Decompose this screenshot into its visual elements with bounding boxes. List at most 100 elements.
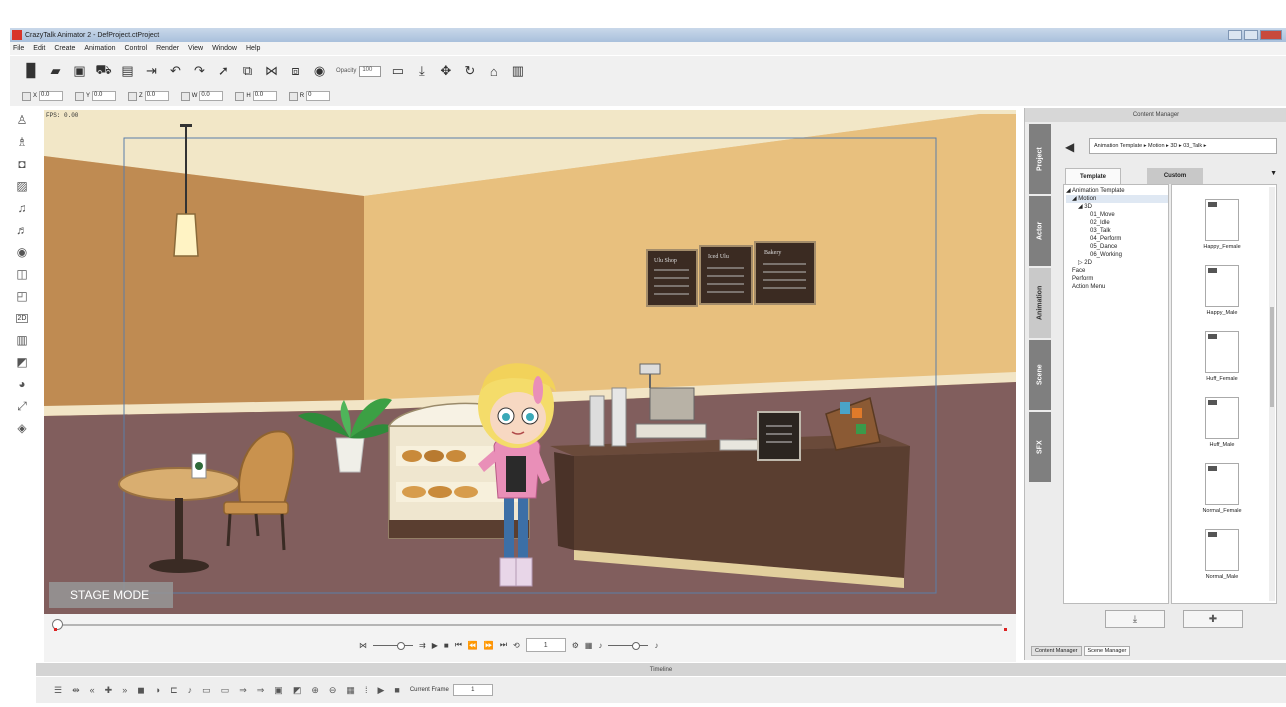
spin-icon[interactable] xyxy=(288,91,298,101)
import-arrow-icon[interactable]: ⇥ xyxy=(144,63,159,79)
thumb-scrollbar[interactable] xyxy=(1269,187,1275,601)
rotate-icon[interactable]: ↻ xyxy=(462,63,477,79)
template-thumb[interactable]: Huff_Male xyxy=(1184,397,1260,448)
speed-slider[interactable] xyxy=(373,641,413,650)
template-thumb[interactable]: Huff_Female xyxy=(1184,331,1260,382)
image-icon[interactable]: ▨ xyxy=(14,178,30,194)
export-icon[interactable]: ⛟ xyxy=(95,62,111,79)
timeline-scrubber[interactable] xyxy=(56,624,1002,626)
camera-view-icon[interactable]: ◩ xyxy=(14,354,30,370)
camera-icon[interactable]: ▭ xyxy=(390,63,405,79)
spin-icon[interactable] xyxy=(180,91,190,101)
curve-icon[interactable]: ◩ xyxy=(293,685,302,696)
tab-actor[interactable]: Actor xyxy=(1029,196,1051,266)
tab-scene[interactable]: Scene xyxy=(1029,340,1051,410)
opacity-control[interactable]: Opacity 100 xyxy=(336,65,382,77)
menu-window[interactable]: Window xyxy=(212,45,237,52)
tree-item[interactable]: 06_Working xyxy=(1066,251,1168,259)
current-frame-input[interactable]: 1 xyxy=(452,684,493,696)
tree-item[interactable]: ◢ Motion xyxy=(1066,195,1168,203)
menu-create[interactable]: Create xyxy=(54,45,75,52)
voice-icon[interactable]: ♬ xyxy=(14,222,30,238)
lock-icon[interactable] xyxy=(22,91,31,101)
tree-item[interactable]: ▷ 2D xyxy=(1066,259,1168,267)
tree-item[interactable]: 03_Talk xyxy=(1066,227,1168,235)
loop-clip-icon[interactable]: ⇒ xyxy=(239,685,247,696)
x-input[interactable]: 0.0 xyxy=(39,91,64,101)
save-project-icon[interactable]: ▣ xyxy=(72,63,87,79)
play-icon[interactable]: ▶ xyxy=(432,641,438,650)
bone-icon[interactable]: ♗ xyxy=(14,134,30,150)
opacity-input[interactable]: 100 xyxy=(359,65,382,77)
tree-item[interactable]: Face xyxy=(1066,267,1168,275)
track-list-icon[interactable]: ☰ xyxy=(54,685,62,696)
menu-edit[interactable]: Edit xyxy=(33,45,45,52)
breadcrumb[interactable]: Animation Template ▸ Motion ▸ 3D ▸ 03_Ta… xyxy=(1089,138,1277,154)
y-input[interactable]: 0.0 xyxy=(92,91,117,101)
stop-icon[interactable]: ■ xyxy=(444,641,449,650)
menu-help[interactable]: Help xyxy=(246,45,260,52)
loop-icon[interactable]: ⟲ xyxy=(513,641,520,650)
prev-key-icon[interactable]: ⏪ xyxy=(468,641,478,650)
grid-toggle-icon[interactable]: ▦ xyxy=(346,685,355,696)
undo-icon[interactable]: ↶ xyxy=(168,63,183,79)
frame-input[interactable]: 1 xyxy=(525,638,566,652)
w-input[interactable]: 0.0 xyxy=(199,91,224,101)
loop-mode-icon[interactable]: ⇉ xyxy=(419,641,426,650)
add-button[interactable]: ✚ xyxy=(1183,610,1243,628)
last-frame-icon[interactable]: ⏭ xyxy=(500,640,507,650)
text-icon[interactable]: ◰ xyxy=(14,288,30,304)
zoom-fit-icon[interactable]: ⊏ xyxy=(170,685,178,696)
close-button[interactable] xyxy=(1260,30,1282,40)
settings-icon[interactable]: ⚙ xyxy=(572,641,579,650)
face-icon[interactable]: ◘ xyxy=(14,156,30,172)
fit-icon[interactable]: ⇹ xyxy=(72,685,80,696)
tree-item[interactable]: Perform xyxy=(1066,275,1168,283)
tree-item[interactable]: 02_Idle xyxy=(1066,219,1168,227)
menu-render[interactable]: Render xyxy=(156,45,179,52)
template-thumb[interactable]: Normal_Male xyxy=(1184,529,1260,580)
maximize-button[interactable] xyxy=(1244,30,1258,40)
tree-item[interactable]: 01_Move xyxy=(1066,211,1168,219)
spin-icon[interactable] xyxy=(75,91,85,101)
tab-animation[interactable]: Animation xyxy=(1029,268,1051,338)
template-thumb[interactable]: Happy_Male xyxy=(1184,265,1260,316)
apply-button[interactable]: ⤓ xyxy=(1105,610,1165,628)
stage-viewport[interactable]: Ulu Shop Iced Ulu Bakery FPS: 0.00 STAGE… xyxy=(44,110,1016,614)
tree-item[interactable]: 04_Perform xyxy=(1066,235,1168,243)
template-thumb[interactable]: Normal_Female xyxy=(1184,463,1260,514)
menu-view[interactable]: View xyxy=(188,45,203,52)
spin-icon[interactable] xyxy=(235,91,245,101)
render-icon[interactable]: ◈ xyxy=(14,420,30,436)
menu-control[interactable]: Control xyxy=(125,45,148,52)
toggle-2d-3d-icon[interactable]: 2D xyxy=(14,310,30,326)
tab-content-manager[interactable]: Content Manager xyxy=(1031,646,1082,656)
align-icon[interactable]: ⧈ xyxy=(288,63,303,79)
home-icon[interactable]: ⌂ xyxy=(486,64,501,79)
move-down-icon[interactable]: ⤓ xyxy=(414,63,429,79)
timeline-play-icon[interactable]: ▶ xyxy=(377,685,384,696)
tab-template[interactable]: Template xyxy=(1065,168,1121,184)
timeline-stop-icon[interactable]: ■ xyxy=(394,685,399,695)
minimize-button[interactable] xyxy=(1228,30,1242,40)
music-icon[interactable]: ♫ xyxy=(14,200,30,216)
eye-icon[interactable]: ◉ xyxy=(14,244,30,260)
open-project-icon[interactable]: ▰ xyxy=(48,63,63,79)
template-thumb[interactable]: Happy_Female xyxy=(1184,199,1260,250)
prop-icon[interactable]: ◫ xyxy=(14,266,30,282)
clip-break-icon[interactable]: ▭ xyxy=(221,685,230,696)
import-icon[interactable]: ▤ xyxy=(120,63,135,79)
scale-icon[interactable]: ⤢ xyxy=(14,398,30,414)
film-icon[interactable]: ▥ xyxy=(510,63,525,79)
menu-file[interactable]: File xyxy=(13,45,24,52)
flip-icon[interactable]: ⋈ xyxy=(264,63,279,79)
blend-icon[interactable]: ▣ xyxy=(274,685,283,696)
add-key-icon[interactable]: ✚ xyxy=(105,685,113,696)
back-arrow-icon[interactable]: ◀ xyxy=(1065,140,1074,154)
select-icon[interactable]: ➚ xyxy=(216,63,231,79)
move-icon[interactable]: ✥ xyxy=(438,63,453,79)
transition-icon[interactable]: ◑ xyxy=(155,685,160,695)
tab-custom[interactable]: Custom xyxy=(1147,168,1203,184)
new-project-icon[interactable]: ▉ xyxy=(24,63,39,79)
zoom-in-icon[interactable]: ⊕ xyxy=(311,685,319,696)
